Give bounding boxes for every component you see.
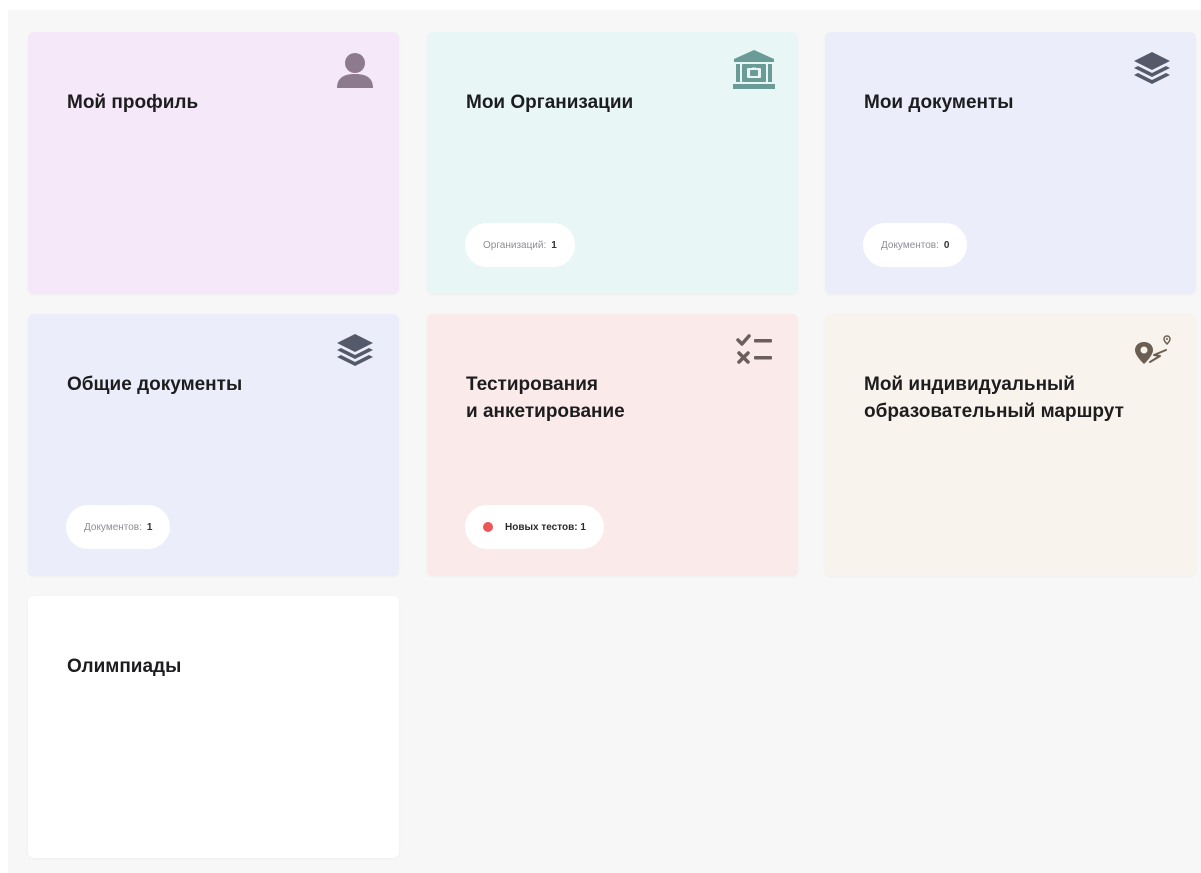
counter-value: 0 <box>943 239 950 251</box>
layers-icon <box>1130 48 1174 92</box>
card-title: Мои Организации <box>466 92 634 113</box>
new-tests-badge: Новых тестов: 1 <box>465 505 604 549</box>
shared-documents-counter: Документов: 1 <box>66 505 171 549</box>
organizations-counter: Организаций: 1 <box>465 223 575 267</box>
checklist-icon <box>732 330 776 374</box>
card-title: Мой профиль <box>67 92 199 113</box>
tests-card[interactable]: Тестирования и анкетирование Новых тесто… <box>427 314 798 576</box>
institution-icon <box>732 48 776 92</box>
card-title: Тестирования и анкетирование <box>466 374 625 422</box>
olympiads-card[interactable]: Олимпиады <box>28 596 399 858</box>
card-title: Мой индивидуальный образовательный маршр… <box>864 374 1124 422</box>
counter-label: Документов: <box>881 239 939 251</box>
card-title: Общие документы <box>67 374 243 395</box>
education-route-card[interactable]: Мой индивидуальный образовательный маршр… <box>825 314 1196 576</box>
alert-dot <box>483 522 493 532</box>
counter-value: 1 <box>146 521 153 533</box>
route-pin-icon <box>1130 330 1174 374</box>
card-title: Мои документы <box>864 92 1014 113</box>
badge-label: Новых тестов: 1 <box>505 521 586 533</box>
counter-label: Организаций: <box>483 239 547 251</box>
documents-counter: Документов: 0 <box>863 223 968 267</box>
dashboard-grid: Мой профиль Мои Организации Организаций: <box>8 10 1201 873</box>
counter-label: Документов: <box>84 521 142 533</box>
card-title: Олимпиады <box>67 656 182 677</box>
layers-icon <box>333 330 377 374</box>
shared-documents-card[interactable]: Общие документы Документов: 1 <box>28 314 399 576</box>
counter-value: 1 <box>551 239 557 251</box>
my-documents-card[interactable]: Мои документы Документов: 0 <box>825 32 1196 294</box>
user-icon <box>333 48 377 92</box>
organizations-card[interactable]: Мои Организации Организаций: 1 <box>427 32 798 294</box>
profile-card[interactable]: Мой профиль <box>28 32 399 294</box>
